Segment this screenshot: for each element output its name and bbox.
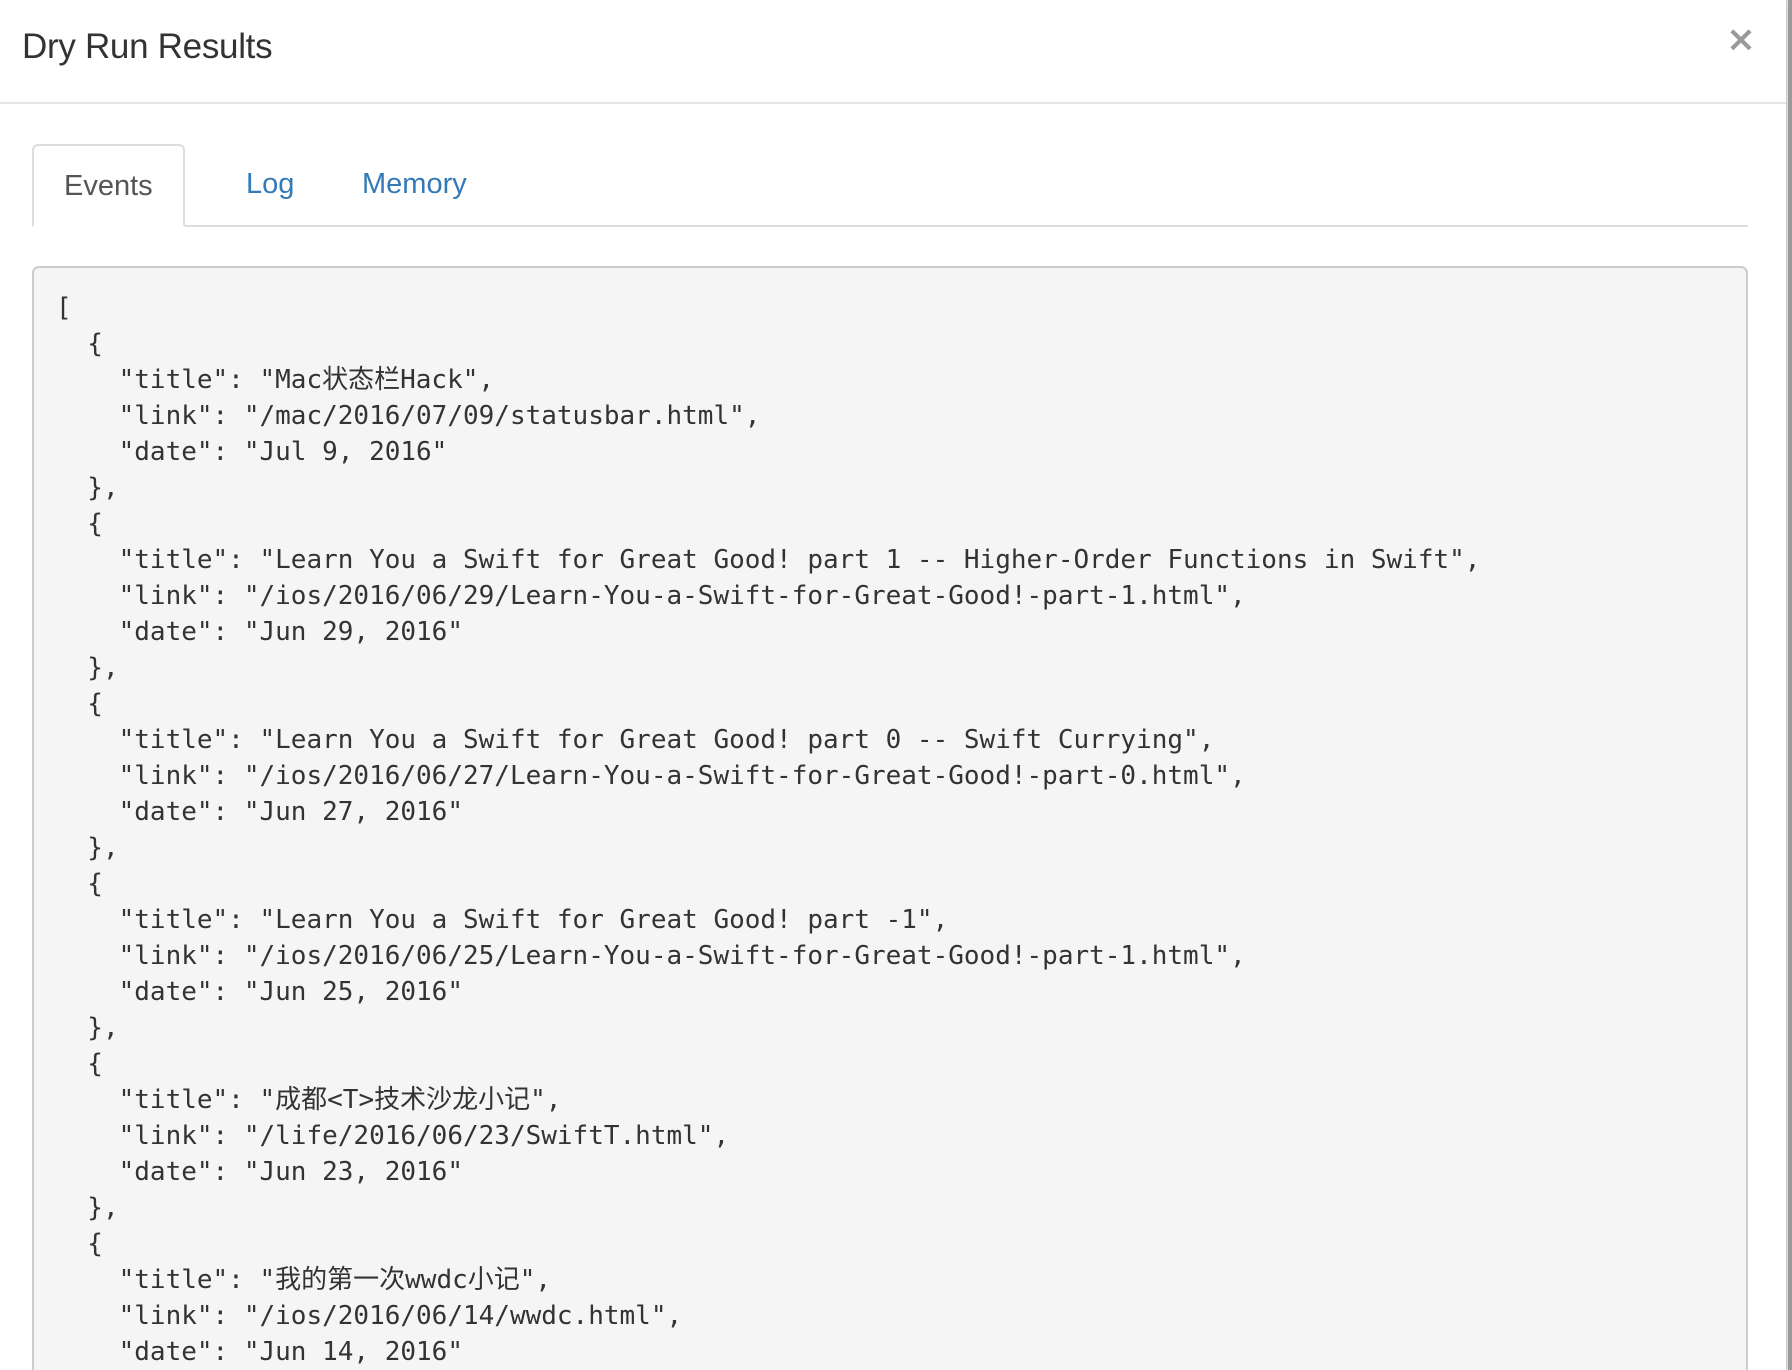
modal-title: Dry Run Results: [22, 27, 273, 66]
close-icon[interactable]: ×: [1724, 20, 1758, 60]
tab-log[interactable]: Log: [216, 144, 324, 225]
result-tabs: Events Log Memory: [32, 144, 1748, 227]
dry-run-modal: Dry Run Results × Events Log Memory [ { …: [0, 0, 1787, 1370]
events-output-panel[interactable]: [ { "title": "Mac状态栏Hack", "link": "/mac…: [32, 266, 1748, 1370]
tab-events[interactable]: Events: [32, 144, 185, 227]
background-page-edge: [1788, 0, 1792, 1370]
tab-memory[interactable]: Memory: [332, 144, 497, 225]
modal-body: Events Log Memory [ { "title": "Mac状态栏Ha…: [32, 144, 1748, 1370]
modal-header: Dry Run Results ×: [0, 0, 1786, 104]
events-json-output: [ { "title": "Mac状态栏Hack", "link": "/mac…: [56, 293, 1481, 1367]
